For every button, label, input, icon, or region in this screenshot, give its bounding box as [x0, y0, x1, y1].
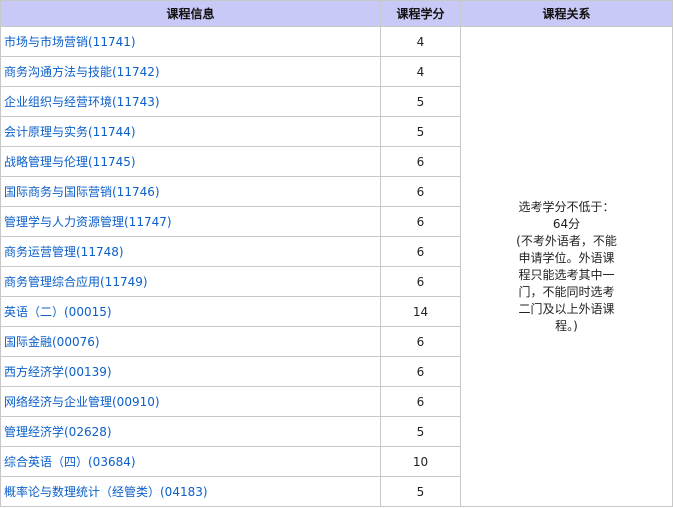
course-link[interactable]: 西方经济学(00139): [4, 365, 112, 379]
course-name-cell: 会计原理与实务(11744): [0, 116, 381, 147]
course-link[interactable]: 网络经济与企业管理(00910): [4, 395, 160, 409]
relation-note-line: 申请学位。外语课: [518, 250, 615, 265]
course-link[interactable]: 企业组织与经营环境(11743): [4, 95, 160, 109]
relation-note-line: 选考学分不低于：: [518, 199, 615, 214]
header-course-info: 课程信息: [0, 0, 381, 27]
course-name-cell: 管理经济学(02628): [0, 416, 381, 447]
course-credit: 6: [380, 386, 461, 417]
course-link[interactable]: 管理经济学(02628): [4, 425, 112, 439]
course-credit: 14: [380, 296, 461, 327]
course-credit: 5: [380, 416, 461, 447]
course-credit: 6: [380, 326, 461, 357]
course-link[interactable]: 概率论与数理统计（经管类）(04183): [4, 485, 208, 499]
course-credit: 5: [380, 476, 461, 507]
course-link[interactable]: 商务沟通方法与技能(11742): [4, 65, 160, 79]
table-row: 市场与市场营销(11741) 4 选考学分不低于： 64分 (不考外语者，不能 申请学位。…: [0, 26, 673, 507]
course-link[interactable]: 商务管理综合应用(11749): [4, 275, 148, 289]
course-credit: 6: [380, 266, 461, 297]
course-link[interactable]: 综合英语（四）(03684): [4, 455, 136, 469]
course-credit: 4: [380, 26, 461, 57]
header-relation: 课程关系: [460, 0, 673, 27]
course-credit: 5: [380, 86, 461, 117]
course-credit: 6: [380, 356, 461, 387]
course-name-cell: 概率论与数理统计（经管类）(04183): [0, 476, 381, 507]
course-link[interactable]: 管理学与人力资源管理(11747): [4, 215, 172, 229]
course-name-cell: 综合英语（四）(03684): [0, 446, 381, 477]
course-name-cell: 网络经济与企业管理(00910): [0, 386, 381, 417]
course-link[interactable]: 战略管理与伦理(11745): [4, 155, 136, 169]
course-link[interactable]: 商务运营管理(11748): [4, 245, 124, 259]
course-name-cell: 企业组织与经营环境(11743): [0, 86, 381, 117]
course-name-cell: 国际金融(00076): [0, 326, 381, 357]
relation-note-line: 二门及以上外语课: [518, 301, 615, 316]
course-name-cell: 西方经济学(00139): [0, 356, 381, 387]
course-credit: 6: [380, 146, 461, 177]
course-link[interactable]: 市场与市场营销(11741): [4, 35, 136, 49]
course-name-cell: 英语（二）(00015): [0, 296, 381, 327]
table-body: 市场与市场营销(11741) 4 选考学分不低于： 64分 (不考外语者，不能 申请学位。…: [0, 26, 673, 507]
course-credit: 6: [380, 236, 461, 267]
course-link[interactable]: 国际金融(00076): [4, 335, 100, 349]
course-link[interactable]: 国际商务与国际营销(11746): [4, 185, 160, 199]
course-relation-note: 选考学分不低于： 64分 (不考外语者，不能 申请学位。外语课 程只能选考其中一 门，不能…: [460, 26, 673, 507]
course-name-cell: 商务运营管理(11748): [0, 236, 381, 267]
course-credit: 6: [380, 176, 461, 207]
course-credit: 6: [380, 206, 461, 237]
header-row: 课程信息 课程学分 课程关系: [0, 0, 673, 27]
course-name-cell: 国际商务与国际营销(11746): [0, 176, 381, 207]
relation-note-line: 64分: [552, 216, 581, 231]
course-link[interactable]: 会计原理与实务(11744): [4, 125, 136, 139]
relation-note-line: 门，不能同时选考: [518, 284, 615, 299]
course-name-cell: 商务沟通方法与技能(11742): [0, 56, 381, 87]
relation-note-line: 程只能选考其中一: [518, 267, 615, 282]
course-table: 课程信息 课程学分 课程关系 市场与市场营销(11741) 4 选考学分不低于： 64…: [0, 0, 673, 507]
relation-note-line: (不考外语者，不能: [516, 233, 617, 248]
course-name-cell: 商务管理综合应用(11749): [0, 266, 381, 297]
course-link[interactable]: 英语（二）(00015): [4, 305, 112, 319]
course-credit: 5: [380, 116, 461, 147]
course-credit: 4: [380, 56, 461, 87]
course-name-cell: 管理学与人力资源管理(11747): [0, 206, 381, 237]
course-credit: 10: [380, 446, 461, 477]
relation-note-line: 程。): [555, 318, 578, 333]
table-header: 课程信息 课程学分 课程关系: [0, 0, 673, 27]
course-name-cell: 战略管理与伦理(11745): [0, 146, 381, 177]
course-name-cell: 市场与市场营销(11741): [0, 26, 381, 57]
header-credits: 课程学分: [380, 0, 461, 27]
